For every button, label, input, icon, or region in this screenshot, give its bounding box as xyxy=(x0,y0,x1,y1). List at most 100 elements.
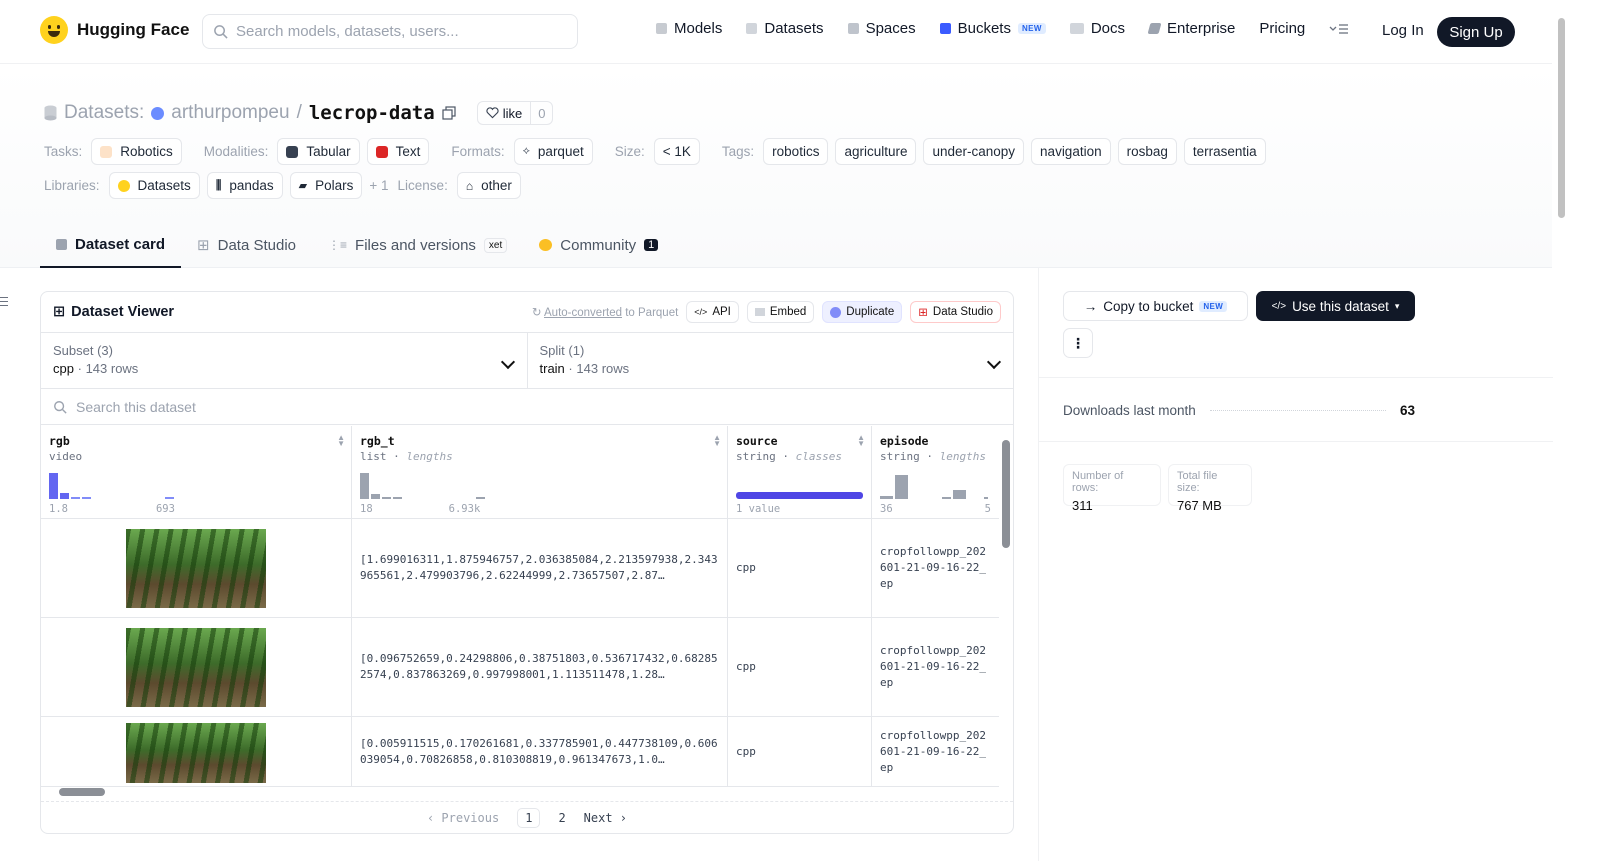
format-tag-parquet[interactable]: ⟡ parquet xyxy=(513,138,593,165)
repo-tabs: Dataset card ⊞ Data Studio ⋮≡ Files and ve… xyxy=(40,222,674,268)
refresh-icon: ↻ xyxy=(531,307,542,319)
tag-under-canopy[interactable]: under-canopy xyxy=(923,138,1025,165)
signup-button[interactable]: Sign Up xyxy=(1437,17,1515,47)
tag-robotics[interactable]: robotics xyxy=(763,138,829,165)
page-scrollbar[interactable] xyxy=(1556,0,1568,861)
libraries-label: Libraries: xyxy=(44,178,100,193)
subset-select[interactable]: Subset (3) cpp · 143 rows xyxy=(41,333,527,388)
table-vertical-scrollbar[interactable] xyxy=(1002,430,1010,775)
libraries-more[interactable]: + 1 xyxy=(369,178,388,193)
tab-data-studio[interactable]: ⊞ Data Studio xyxy=(181,222,312,268)
api-button[interactable]: </> API xyxy=(686,301,739,323)
search-icon xyxy=(214,25,228,39)
range-max: 693 xyxy=(155,503,175,515)
license-label: License: xyxy=(397,178,448,193)
video-cell[interactable] xyxy=(41,519,352,617)
histogram xyxy=(360,469,485,499)
pagination: ‹ Previous 1 2 Next › xyxy=(41,801,1013,833)
page-1-button[interactable]: 1 xyxy=(517,808,541,828)
video-thumbnail[interactable] xyxy=(126,627,266,707)
tab-dataset-card[interactable]: Dataset card xyxy=(40,222,182,268)
sort-icon[interactable]: ▲ ▼ xyxy=(713,434,721,448)
next-page-button[interactable]: Next › xyxy=(584,811,627,825)
auto-converted-link[interactable]: Auto-converted xyxy=(544,307,622,319)
table-horizontal-scrollbar[interactable] xyxy=(45,788,1000,796)
rows-value: 311 xyxy=(1072,498,1093,513)
breadcrumb-datasets[interactable]: Datasets: xyxy=(64,102,144,124)
embed-label: Embed xyxy=(769,306,807,318)
modality-tag-tabular[interactable]: Tabular xyxy=(277,138,360,165)
library-tag-datasets[interactable]: Datasets xyxy=(108,172,200,199)
tab-files-versions[interactable]: ⋮≡ Files and versions xet xyxy=(312,222,523,268)
global-search-input[interactable]: Search models, datasets, users... xyxy=(202,14,578,49)
license-tag[interactable]: ⌂ other xyxy=(456,172,521,199)
table-row[interactable]: [1.699016311,1.875946757,2.036385084,2.2… xyxy=(41,519,999,618)
nav-datasets[interactable]: Datasets xyxy=(746,20,824,37)
video-cell[interactable] xyxy=(41,717,352,786)
source-cell: cpp xyxy=(728,519,872,617)
tag-rosbag[interactable]: rosbag xyxy=(1117,138,1177,165)
size-label: Size: xyxy=(614,144,645,159)
library-label: pandas xyxy=(229,178,274,193)
hugging-face-logo-icon xyxy=(40,16,68,44)
more-options-button[interactable]: ⋮ xyxy=(1063,328,1093,358)
column-header-source[interactable]: source string · classes ▲ ▼ 1 value xyxy=(728,426,872,518)
duplicate-button[interactable]: Duplicate xyxy=(822,301,903,323)
tag-terrasentia[interactable]: terrasentia xyxy=(1183,138,1266,165)
login-link[interactable]: Log In xyxy=(1382,22,1424,39)
previous-page-button[interactable]: ‹ Previous xyxy=(427,811,499,825)
table-row[interactable]: [0.005911515,0.170261681,0.337785901,0.4… xyxy=(41,717,999,787)
modality-tag-text[interactable]: Text xyxy=(366,138,430,165)
nav-more-menu[interactable] xyxy=(1329,23,1349,35)
brand-name: Hugging Face xyxy=(77,20,190,39)
nav-docs[interactable]: Docs xyxy=(1069,20,1125,37)
data-studio-button[interactable]: ⊞ Data Studio xyxy=(910,301,1001,323)
copy-to-bucket-button[interactable]: → Copy to bucket NEW xyxy=(1063,291,1248,321)
copy-icon[interactable] xyxy=(442,106,456,120)
use-this-dataset-button[interactable]: </> Use this dataset ▾ xyxy=(1256,291,1415,321)
breadcrumb: Datasets: arthurpompeu / lecrop-data lik… xyxy=(44,101,554,125)
tag-navigation[interactable]: navigation xyxy=(1031,138,1111,165)
column-header-rgb[interactable]: rgb video ▲ ▼ 1.8 693 xyxy=(41,426,352,518)
episode-cell: cropfollowpp_202601-21-09-16-22_ep xyxy=(872,519,999,617)
nav-spaces[interactable]: Spaces xyxy=(847,20,916,37)
size-tag[interactable]: < 1K xyxy=(653,138,700,165)
file-size-stat: Total file size: 767 MB xyxy=(1168,464,1252,513)
embed-button[interactable]: Embed xyxy=(746,301,815,323)
arrow-right-icon: → xyxy=(1083,298,1098,314)
sort-icon[interactable]: ▲ ▼ xyxy=(857,434,865,448)
embed-icon xyxy=(754,308,765,316)
library-tag-pandas[interactable]: ⫼ pandas xyxy=(206,172,283,199)
split-label: Split (1) xyxy=(539,343,585,358)
column-header-rgb_t[interactable]: rgb_t list · lengths ▲ ▼ 18 6.93k xyxy=(352,426,728,518)
nav-pricing[interactable]: Pricing xyxy=(1259,20,1305,37)
column-name: source xyxy=(736,434,778,448)
source-cell: cpp xyxy=(728,717,872,786)
page-2-button[interactable]: 2 xyxy=(558,811,565,825)
task-tag-robotics[interactable]: Robotics xyxy=(91,138,182,165)
video-cell[interactable] xyxy=(41,618,352,716)
side-menu-toggle-icon[interactable] xyxy=(0,297,8,306)
breadcrumb-owner[interactable]: arthurpompeu xyxy=(171,102,289,124)
nav-buckets[interactable]: Buckets NEW xyxy=(939,20,1046,37)
table-row[interactable]: [0.096752659,0.24298806,0.38751803,0.536… xyxy=(41,618,999,717)
dataset-search-placeholder: Search this dataset xyxy=(76,398,196,415)
sort-icon[interactable]: ▲ ▼ xyxy=(337,434,345,448)
top-navbar: Hugging Face Search models, datasets, us… xyxy=(0,0,1552,64)
hf-datasets-icon xyxy=(117,179,130,192)
video-thumbnail[interactable] xyxy=(126,723,266,783)
tag-agriculture[interactable]: agriculture xyxy=(835,138,917,165)
tab-community[interactable]: Community 1 xyxy=(523,222,674,268)
video-thumbnail[interactable] xyxy=(126,528,266,608)
dataset-search-input[interactable]: Search this dataset xyxy=(41,389,1013,425)
split-select[interactable]: Split (1) train · 143 rows xyxy=(526,333,1014,388)
brand-logo[interactable]: Hugging Face xyxy=(40,16,189,44)
library-tag-polars[interactable]: ▰ Polars xyxy=(289,172,363,199)
next-label: Next xyxy=(583,811,613,825)
repo-name[interactable]: lecrop-data xyxy=(309,102,435,124)
models-icon xyxy=(656,23,667,34)
nav-models[interactable]: Models xyxy=(656,20,722,37)
like-button[interactable]: like 0 xyxy=(476,101,554,125)
column-header-episode[interactable]: episode string · lengths 36 5 xyxy=(872,426,999,518)
nav-enterprise[interactable]: Enterprise xyxy=(1147,20,1235,37)
